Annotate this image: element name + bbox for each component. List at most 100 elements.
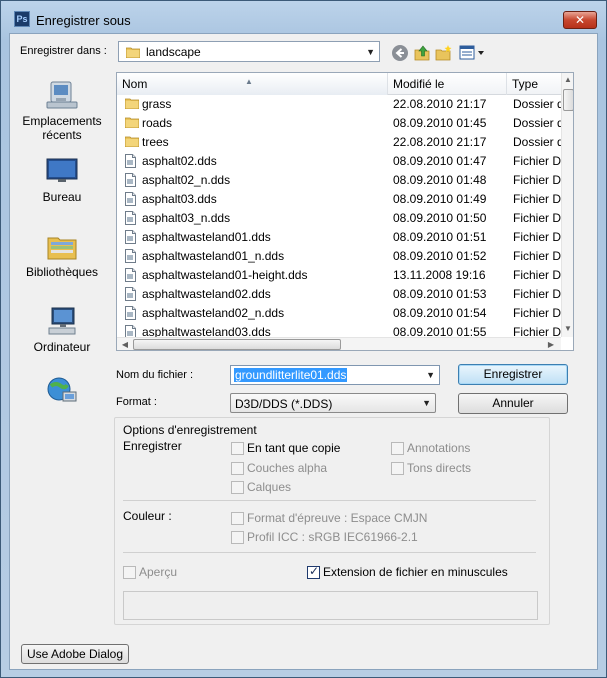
preview-label: Aperçu <box>139 565 178 579</box>
place-libraries[interactable]: Bibliothèques <box>16 231 108 279</box>
view-menu-icon <box>459 45 484 60</box>
file-name: asphaltwasteland01-height.dds <box>142 268 308 282</box>
file-modified: 08.09.2010 01:47 <box>393 154 487 168</box>
lowercase-extension-checkbox[interactable] <box>307 564 320 579</box>
place-label: Bureau <box>42 190 82 204</box>
layers-label: Calques <box>247 480 292 494</box>
column-type[interactable]: Type <box>507 73 567 95</box>
new-folder-icon <box>435 45 452 61</box>
filename-input[interactable]: groundlitterlite01.dds ▼ <box>230 365 440 385</box>
spot-colors-label: Tons directs <box>407 461 472 475</box>
file-row[interactable]: grass 22.08.2010 21:17 Dossier de fichiers <box>117 95 561 114</box>
annotations-label: Annotations <box>407 441 471 455</box>
file-row[interactable]: trees 22.08.2010 21:17 Dossier de fichiers <box>117 133 561 152</box>
file-row[interactable]: roads 08.09.2010 01:45 Dossier de fichiers <box>117 114 561 133</box>
new-folder-button[interactable] <box>435 44 453 62</box>
file-icon <box>125 192 136 209</box>
folder-icon <box>125 46 141 61</box>
scroll-left-icon[interactable]: ◀ <box>119 340 131 350</box>
icc-profile-label: Profil ICC : sRGB IEC61966-2.1 <box>247 530 418 544</box>
places-bar: Emplacements récents Bureau Bibliothèque… <box>16 74 108 404</box>
file-icon <box>125 268 136 285</box>
file-icon <box>125 306 136 323</box>
as-copy-checkbox[interactable] <box>231 442 244 455</box>
file-row[interactable]: asphaltwasteland01.dds 08.09.2010 01:51 Fi… <box>117 228 561 247</box>
folder-icon <box>124 135 140 150</box>
file-type: Fichier DDS <box>513 306 561 320</box>
column-modified-label: Modifié le <box>393 77 445 91</box>
save-button[interactable]: Enregistrer <box>458 364 568 385</box>
file-icon <box>125 287 136 304</box>
close-button[interactable]: ✕ <box>563 11 597 29</box>
warning-message-box <box>123 591 538 620</box>
file-name: asphalt03.dds <box>142 192 217 206</box>
spot-colors-checkbox[interactable] <box>391 462 404 475</box>
cancel-button[interactable]: Annuler <box>458 393 568 414</box>
vertical-scroll-thumb[interactable] <box>563 89 573 111</box>
annotations-checkbox[interactable] <box>391 442 404 455</box>
libraries-icon <box>45 231 79 261</box>
chevron-down-icon[interactable]: ▼ <box>426 370 435 380</box>
place-desktop[interactable]: Bureau <box>16 156 108 204</box>
file-icon <box>125 230 136 247</box>
file-type: Fichier DDS <box>513 192 561 206</box>
file-name: asphaltwasteland01_n.dds <box>142 249 285 263</box>
current-folder: landscape <box>146 45 201 59</box>
file-row[interactable]: asphaltwasteland01-height.dds 13.11.2008 … <box>117 266 561 285</box>
file-name: asphalt03_n.dds <box>142 211 231 225</box>
file-row[interactable]: asphalt03_n.dds 08.09.2010 01:50 Fichier D… <box>117 209 561 228</box>
proof-setup-checkbox[interactable] <box>231 512 244 525</box>
horizontal-scrollbar[interactable]: ◀ ▶ <box>117 337 561 350</box>
photoshop-app-icon: Ps <box>14 11 30 27</box>
place-label: Ordinateur <box>33 340 91 354</box>
computer-icon <box>45 306 79 336</box>
file-row[interactable]: asphalt02_n.dds 08.09.2010 01:48 Fichier D… <box>117 171 561 190</box>
file-name: trees <box>142 135 169 149</box>
file-modified: 08.09.2010 01:53 <box>393 287 487 301</box>
back-button[interactable] <box>391 44 409 62</box>
column-header: ▲ Nom Modifié le Type <box>117 73 561 95</box>
use-adobe-dialog-button[interactable]: Use Adobe Dialog <box>21 644 129 664</box>
place-computer[interactable]: Ordinateur <box>16 306 108 354</box>
layers-checkbox[interactable] <box>231 481 244 494</box>
view-menu-button[interactable] <box>459 44 487 62</box>
file-row[interactable]: asphaltwasteland01_n.dds 08.09.2010 01:52… <box>117 247 561 266</box>
scroll-up-icon[interactable]: ▲ <box>562 75 573 85</box>
file-modified: 08.09.2010 01:48 <box>393 173 487 187</box>
file-row[interactable]: asphaltwasteland02.dds 08.09.2010 01:53 Fi… <box>117 285 561 304</box>
file-modified: 22.08.2010 21:17 <box>393 135 487 149</box>
file-row[interactable]: asphalt02.dds 08.09.2010 01:47 Fichier DDS <box>117 152 561 171</box>
back-arrow-icon <box>392 45 408 61</box>
place-network[interactable] <box>16 376 108 410</box>
proof-setup-label: Format d'épreuve : Espace CMJN <box>247 511 428 525</box>
file-list[interactable]: ▲ Nom Modifié le Type grass 22.08.2010 21… <box>116 72 574 351</box>
format-select[interactable]: D3D/DDS (*.DDS) ▼ <box>230 393 436 413</box>
file-type: Fichier DDS <box>513 154 561 168</box>
file-name: asphaltwasteland02_n.dds <box>142 306 285 320</box>
file-row[interactable]: asphalt03.dds 08.09.2010 01:49 Fichier DDS <box>117 190 561 209</box>
horizontal-scroll-thumb[interactable] <box>133 339 341 350</box>
options-divider <box>123 552 536 553</box>
file-type: Dossier de fichiers <box>513 97 561 111</box>
scroll-right-icon[interactable]: ▶ <box>545 340 557 350</box>
icc-profile-checkbox[interactable] <box>231 531 244 544</box>
vertical-scrollbar[interactable]: ▲ ▼ <box>561 73 573 337</box>
format-label: Format : <box>116 396 157 408</box>
save-in-combo[interactable]: landscape ▼ <box>118 41 380 62</box>
color-section-label: Couleur : <box>123 509 172 523</box>
up-folder-button[interactable] <box>413 44 431 62</box>
alpha-channels-checkbox[interactable] <box>231 462 244 475</box>
filename-label: Nom du fichier : <box>116 369 194 381</box>
chevron-down-icon: ▼ <box>422 398 431 408</box>
title-bar[interactable]: Ps Enregistrer sous ✕ <box>1 1 606 33</box>
file-name: roads <box>142 116 173 130</box>
preview-checkbox[interactable] <box>123 566 136 579</box>
place-label: Emplacements récents <box>22 114 102 142</box>
place-recent[interactable]: Emplacements récents <box>16 80 108 142</box>
file-icon <box>125 211 136 228</box>
file-name: asphalt02.dds <box>142 154 217 168</box>
column-name[interactable]: ▲ Nom <box>117 73 388 95</box>
file-row[interactable]: asphaltwasteland02_n.dds 08.09.2010 01:54… <box>117 304 561 323</box>
scroll-down-icon[interactable]: ▼ <box>562 324 573 334</box>
column-modified[interactable]: Modifié le <box>388 73 507 95</box>
